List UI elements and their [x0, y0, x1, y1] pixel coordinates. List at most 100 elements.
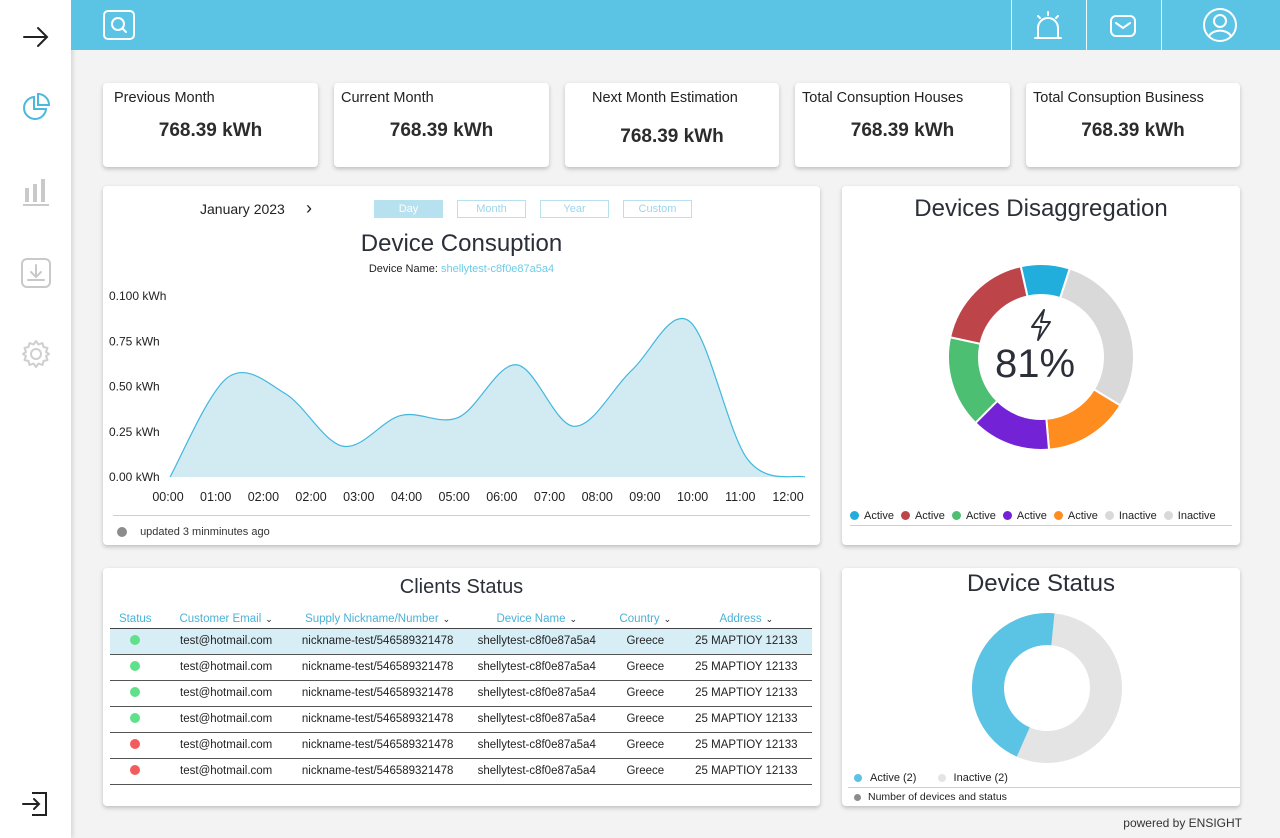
col-supply[interactable]: Supply Nickname/Number ⌄: [291, 610, 464, 629]
legend-item[interactable]: Active: [1053, 510, 1098, 522]
status-dot: [130, 634, 141, 645]
device-name-label: Device Name:: [368, 263, 438, 275]
legend-item[interactable]: Active: [951, 510, 996, 522]
col-address[interactable]: Address ⌄: [680, 610, 812, 629]
gear-icon[interactable]: [18, 336, 54, 372]
legend-label: Active: [1016, 510, 1047, 522]
legend-item[interactable]: Active: [1002, 510, 1047, 522]
active-legend: Active (2): [870, 772, 917, 784]
stat-value: 768.39 kWh: [1081, 120, 1185, 141]
alarm-icon[interactable]: [1030, 8, 1066, 44]
y-tick-label: 0.100 kWh: [109, 289, 166, 303]
address-cell: 25 ΜΑΡΤΙΟΥ 12133: [680, 680, 812, 707]
legend-item[interactable]: Active: [900, 510, 945, 522]
status-cell: [110, 706, 161, 733]
supply-cell: nickname-test/546589321478: [291, 628, 464, 655]
bar-chart-icon[interactable]: [18, 173, 54, 209]
device-name-value[interactable]: shellytest-c8f0e87a5a4: [441, 263, 554, 275]
logout-icon[interactable]: [18, 786, 54, 822]
device-cell: shellytest-c8f0e87a5a4: [463, 654, 610, 681]
legend-dot: [1163, 511, 1173, 520]
status-dot: [130, 738, 141, 749]
legend-dot: [1002, 511, 1012, 520]
x-tick-label: 03:00: [343, 490, 374, 504]
table-row[interactable]: test@hotmail.com nickname-test/5465893214…: [110, 654, 812, 681]
table-row[interactable]: test@hotmail.com nickname-test/5465893214…: [110, 706, 812, 733]
supply-cell: nickname-test/546589321478: [291, 654, 464, 681]
device-cell: shellytest-c8f0e87a5a4: [463, 758, 610, 785]
device-status-legend: Active (2) Inactive (2): [854, 772, 1008, 784]
x-tick-label: 05:00: [439, 490, 470, 504]
stat-value: 768.39 kWh: [158, 120, 263, 141]
status-dot: [130, 686, 141, 697]
donut-segment[interactable]: [1045, 387, 1122, 451]
country-cell: Greece: [609, 732, 681, 759]
stat-value: 768.39 kWh: [620, 126, 724, 147]
status-dot: [130, 764, 141, 775]
legend-item[interactable]: Inactive: [1163, 510, 1216, 522]
legend-item[interactable]: Active: [850, 510, 894, 522]
range-month-button[interactable]: Month: [457, 200, 526, 218]
active-dot: [854, 774, 862, 783]
arrow-right-icon[interactable]: [18, 19, 54, 55]
legend-divider: [850, 525, 1232, 526]
disaggregation-legend: Active Active Active Active Active Inactive In…: [850, 510, 1223, 522]
email-cell: test@hotmail.com: [160, 680, 292, 707]
legend-dot: [1053, 511, 1063, 520]
chart-title: Device Consuption: [360, 230, 563, 257]
stat-label: Next Month Estimation: [592, 90, 738, 106]
x-tick-label: 02:00: [248, 490, 279, 504]
table-row[interactable]: test@hotmail.com nickname-test/5465893214…: [110, 732, 812, 759]
stat-value: 768.39 kWh: [389, 120, 494, 141]
country-cell: Greece: [609, 758, 681, 785]
x-tick-label: 12:00: [772, 490, 803, 504]
legend-label: Active: [914, 510, 945, 522]
y-tick-label: 0.25 kWh: [109, 425, 160, 439]
device-cell: shellytest-c8f0e87a5a4: [463, 680, 610, 707]
x-tick-label: 01:00: [200, 490, 231, 504]
address-cell: 25 ΜΑΡΤΙΟΥ 12133: [680, 654, 812, 681]
device-cell: shellytest-c8f0e87a5a4: [463, 732, 610, 759]
mail-icon[interactable]: [1105, 8, 1141, 44]
email-cell: test@hotmail.com: [160, 758, 292, 785]
col-device[interactable]: Device Name ⌄: [463, 610, 610, 629]
col-status[interactable]: Status: [110, 610, 161, 629]
stat-card-total-business: Total Consuption Business 768.39 kWh: [1026, 83, 1240, 167]
device-cell: shellytest-c8f0e87a5a4: [463, 706, 610, 733]
legend-item[interactable]: Inactive: [1104, 510, 1157, 522]
x-tick-label: 10:00: [677, 490, 708, 504]
powered-by: powered by ENSIGHT: [1123, 816, 1242, 830]
range-custom-button[interactable]: Custom: [623, 200, 692, 218]
device-status-donut: [972, 613, 1122, 763]
country-cell: Greece: [609, 706, 681, 733]
status-cell: [110, 732, 161, 759]
col-email[interactable]: Customer Email ⌄: [160, 610, 292, 629]
legend-dot: [951, 511, 961, 520]
user-icon[interactable]: [1202, 7, 1238, 43]
col-country[interactable]: Country ⌄: [609, 610, 681, 629]
legend-dot: [900, 511, 910, 520]
device-cell: shellytest-c8f0e87a5a4: [463, 628, 610, 655]
stat-card-previous-month: Previous Month 768.39 kWh: [103, 83, 318, 167]
status-cell: [110, 758, 161, 785]
next-period-button[interactable]: ›: [306, 198, 312, 219]
table-row[interactable]: test@hotmail.com nickname-test/5465893214…: [110, 758, 812, 785]
pie-chart-icon[interactable]: [18, 89, 54, 125]
range-day-button[interactable]: Day: [374, 200, 443, 218]
device-status-card: Device Status Active (2) Inactive (2) Nu…: [842, 568, 1240, 806]
supply-cell: nickname-test/546589321478: [291, 680, 464, 707]
table-row[interactable]: test@hotmail.com nickname-test/5465893214…: [110, 680, 812, 707]
y-tick-label: 0.00 kWh: [109, 470, 160, 484]
legend-label: Active: [864, 510, 894, 522]
country-cell: Greece: [609, 680, 681, 707]
table-row[interactable]: test@hotmail.com nickname-test/5465893214…: [110, 628, 812, 655]
email-cell: test@hotmail.com: [160, 628, 292, 655]
x-tick-label: 11:00: [725, 490, 755, 504]
search-icon[interactable]: [103, 10, 135, 40]
device-status-footnote: Number of devices and status: [868, 791, 1007, 803]
supply-cell: nickname-test/546589321478: [291, 732, 464, 759]
range-year-button[interactable]: Year: [540, 200, 609, 218]
stat-label: Total Consuption Houses: [802, 90, 964, 106]
download-icon[interactable]: [18, 255, 54, 291]
topbar-divider: [1086, 0, 1087, 50]
